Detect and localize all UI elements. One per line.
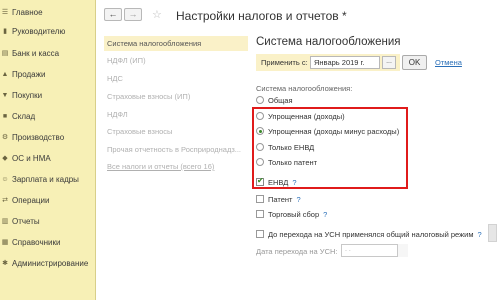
tax-system-label: Система налогообложения: [256,84,353,93]
scrollbar[interactable] [488,0,500,300]
panel-title: Система налогообложения [256,36,401,48]
people-icon: ☺ [1,175,9,183]
checkbox-label: Торговый сбор [268,209,320,219]
gear-icon: ✱ [2,260,8,267]
checkbox[interactable] [256,195,264,203]
back-button[interactable]: ← [104,8,122,21]
sidebar-item-warehouse[interactable]: ■ Склад [0,107,96,125]
page-title: Настройки налогов и отчетов * [176,9,347,23]
section-list: Система налогообложения НДФЛ (ИП) НДС Ст… [104,36,248,176]
checkbox-label: Патент [268,194,293,204]
sidebar-item-label: Зарплата и кадры [12,174,79,184]
cart-icon: ▲ [1,70,9,78]
scrollbar-thumb[interactable] [488,224,497,242]
sidebar-item-bank[interactable]: ▤ Банк и касса [0,44,96,62]
help-icon[interactable]: ? [323,210,327,219]
cancel-link[interactable]: Отмена [435,58,462,67]
list-item-nds[interactable]: НДС [104,71,248,86]
sidebar-item-production[interactable]: ⚙ Производство [0,128,96,146]
menu-icon: ☰ [1,9,9,16]
sidebar-item-label: Отчеты [12,216,40,226]
list-item-insurance[interactable]: Страховые взносы [104,124,248,139]
sidebar-item-label: Продажи [12,69,46,79]
sidebar-item-operations[interactable]: ⇄ Операции [0,191,96,209]
checkbox[interactable] [256,230,264,238]
list-item-all-taxes-link[interactable]: Все налоги и отчеты (всего 16) [104,159,248,174]
list-item-ndfl-ip[interactable]: НДФЛ (ИП) [104,53,248,68]
sidebar-item-admin[interactable]: ✱ Администрирование [0,254,96,272]
radio-button[interactable] [256,96,264,104]
assets-icon: ◆ [2,155,8,162]
checkbox-patent[interactable]: Патент ? [256,193,301,205]
transition-date-label: Дата перехода на УСН: [256,247,338,256]
list-item-insurance-ip[interactable]: Страховые взносы (ИП) [104,89,248,104]
favorite-star-icon[interactable]: ☆ [152,8,162,21]
sidebar-item-label: Главное [12,7,43,17]
calendar-button[interactable] [397,244,408,257]
sidebar-item-label: ОС и НМА [12,153,51,163]
checkbox-before-usn[interactable]: До перехода на УСН применялся общий нало… [256,228,482,240]
sidebar-item-main[interactable]: ☰ Главное [0,3,96,21]
radio-general[interactable]: Общая [256,94,293,106]
sidebar-item-reports[interactable]: ▥ Отчеты [0,212,96,230]
transition-date-value: . . [345,246,351,253]
bank-icon: ▤ [1,50,9,57]
help-icon[interactable]: ? [297,195,301,204]
checkbox[interactable] [256,210,264,218]
apply-label: Применить с: [261,58,308,67]
checkbox-label: До перехода на УСН применялся общий нало… [268,229,474,239]
sidebar-item-sales[interactable]: ▲ Продажи [0,65,96,83]
nav-buttons: ← → [104,8,142,21]
sidebar-item-label: Склад [12,111,36,121]
sidebar-item-payroll[interactable]: ☺ Зарплата и кадры [0,170,96,188]
sidebar-item-catalogs[interactable]: ▦ Справочники [0,233,96,251]
ok-button[interactable]: OK [402,55,427,70]
help-icon[interactable]: ? [478,230,482,239]
date-select-button[interactable]: ... [382,56,396,69]
apply-date-field[interactable]: Январь 2019 г. [310,56,380,69]
forward-button[interactable]: → [124,8,142,21]
factory-icon: ⚙ [1,134,9,141]
report-icon: ▥ [1,218,9,225]
box-icon: ■ [2,112,8,120]
sidebar-item-manager[interactable]: ▮ Руководителю [0,22,96,40]
sidebar-item-assets[interactable]: ◆ ОС и НМА [0,149,96,167]
sidebar-item-purchases[interactable]: ▼ Покупки [0,86,96,104]
radio-label: Общая [268,95,293,105]
sidebar-item-label: Производство [12,132,65,142]
list-item-ndfl[interactable]: НДФЛ [104,107,248,122]
book-icon: ▦ [1,239,9,246]
list-item-tax-system[interactable]: Система налогообложения [104,36,248,51]
chart-icon: ▮ [3,28,7,35]
sidebar: ☰ Главное ▮ Руководителю ▤ Банк и касса ▲ Пр… [0,0,96,300]
annotation-highlight-box [252,107,408,189]
operations-icon: ⇄ [2,197,8,204]
sidebar-item-label: Банк и касса [12,48,60,58]
list-item-other-reports[interactable]: Прочая отчетность в Росприроднадз... [104,142,248,157]
sidebar-item-label: Справочники [12,237,61,247]
checkbox-trade-fee[interactable]: Торговый сбор ? [256,208,327,220]
sidebar-item-label: Руководителю [12,26,66,36]
sidebar-item-label: Операции [12,195,50,205]
sidebar-item-label: Покупки [12,90,43,100]
basket-icon: ▼ [1,91,9,99]
sidebar-item-label: Администрирование [12,258,89,268]
